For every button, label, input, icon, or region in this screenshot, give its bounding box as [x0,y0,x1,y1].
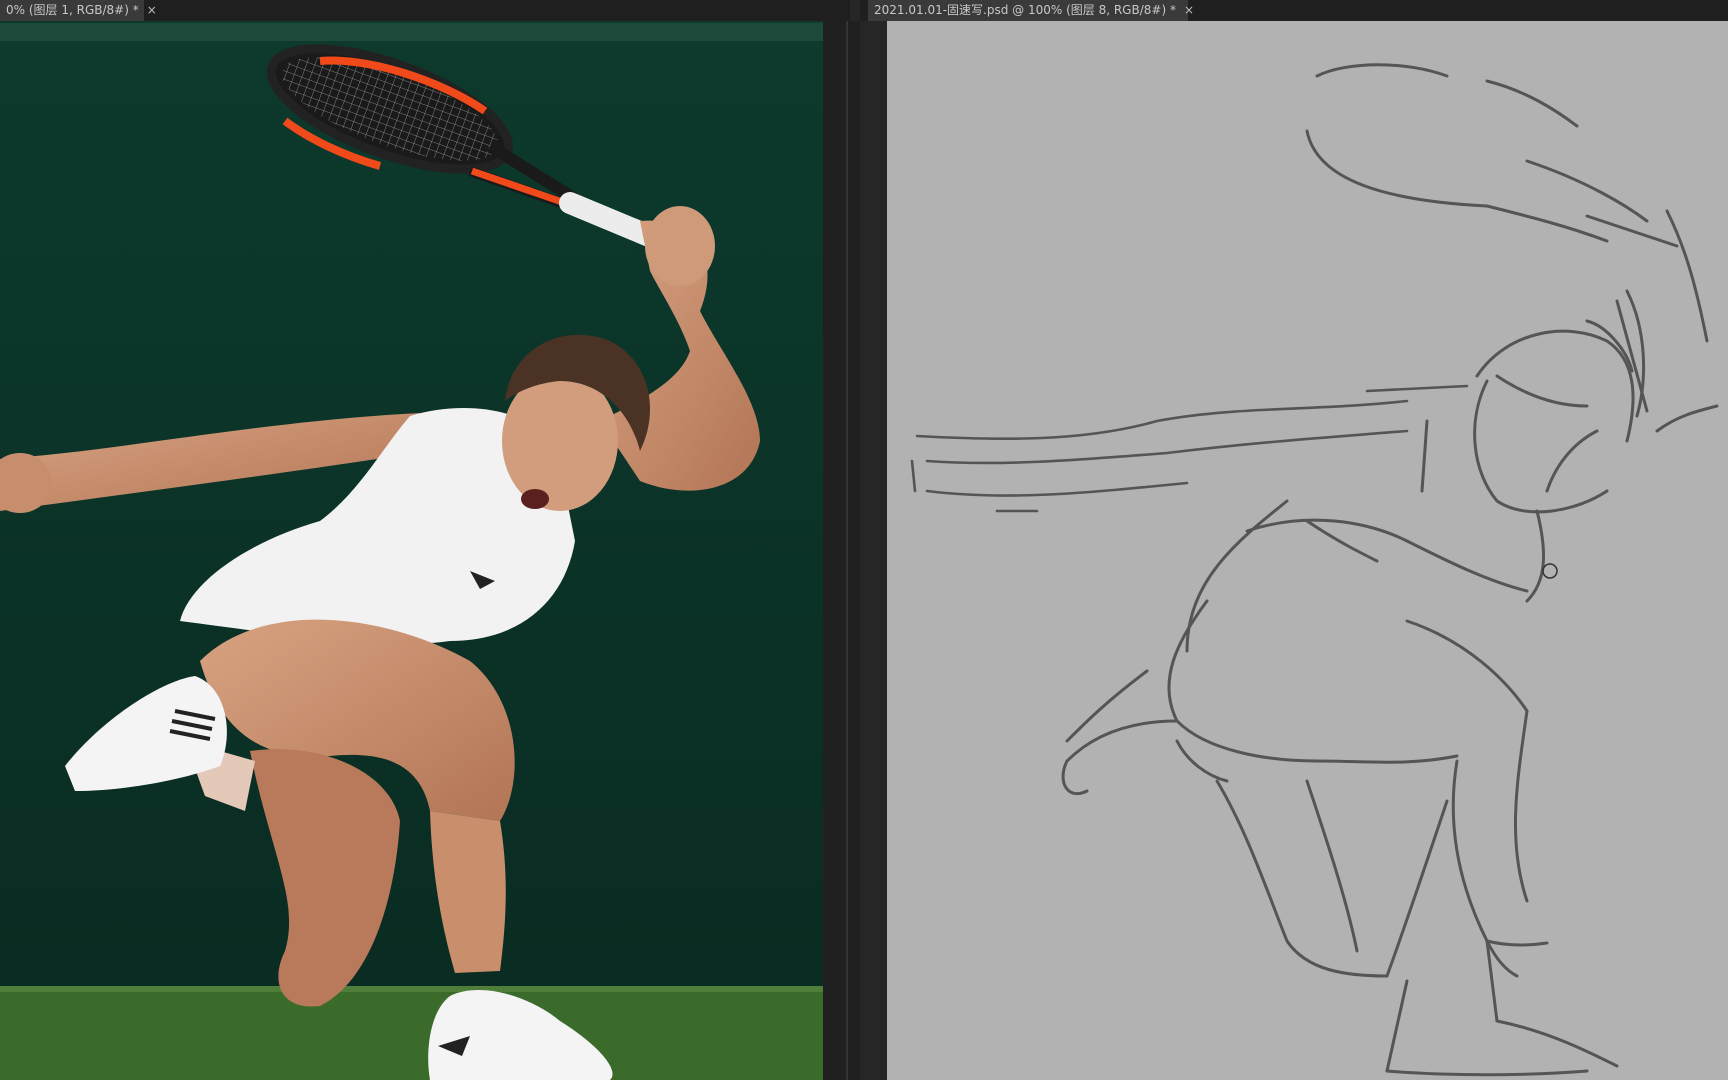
close-icon[interactable]: × [147,3,157,17]
window-divider[interactable] [823,21,860,1080]
tab-reference-photo[interactable]: 0% (图层 1, RGB/8#) * × [0,0,157,21]
tab-sketch-document[interactable]: 2021.01.01-固速写.psd @ 100% (图层 8, RGB/8#)… [868,0,1194,21]
tab-label: 2021.01.01-固速写.psd @ 100% (图层 8, RGB/8#)… [874,3,1176,17]
sketch-arm-strokes [910,384,1469,513]
left-tab-bar: 0% (图层 1, RGB/8#) * × [0,0,850,21]
sketch-leg-strokes [1061,599,1619,1077]
tab-label: 0% (图层 1, RGB/8#) * [6,3,139,17]
close-icon[interactable]: × [1184,3,1194,17]
wall-top-strip [0,23,823,41]
gesture-sketch [910,63,1719,1077]
canvas-border-left [846,21,848,1080]
sketch-canvas[interactable] [887,21,1728,1080]
reference-photo-canvas[interactable] [0,21,823,1080]
sketch-torso-strokes [1185,419,1599,653]
sketch-racket-strokes [1305,63,1709,343]
grass [0,986,823,1080]
reference-photo [0,21,823,1080]
right-tab-bar: 2021.01.01-固速写.psd @ 100% (图层 8, RGB/8#)… [860,0,1728,21]
brush-cursor-icon [1542,563,1558,579]
sketch-head-strokes [1473,289,1719,514]
